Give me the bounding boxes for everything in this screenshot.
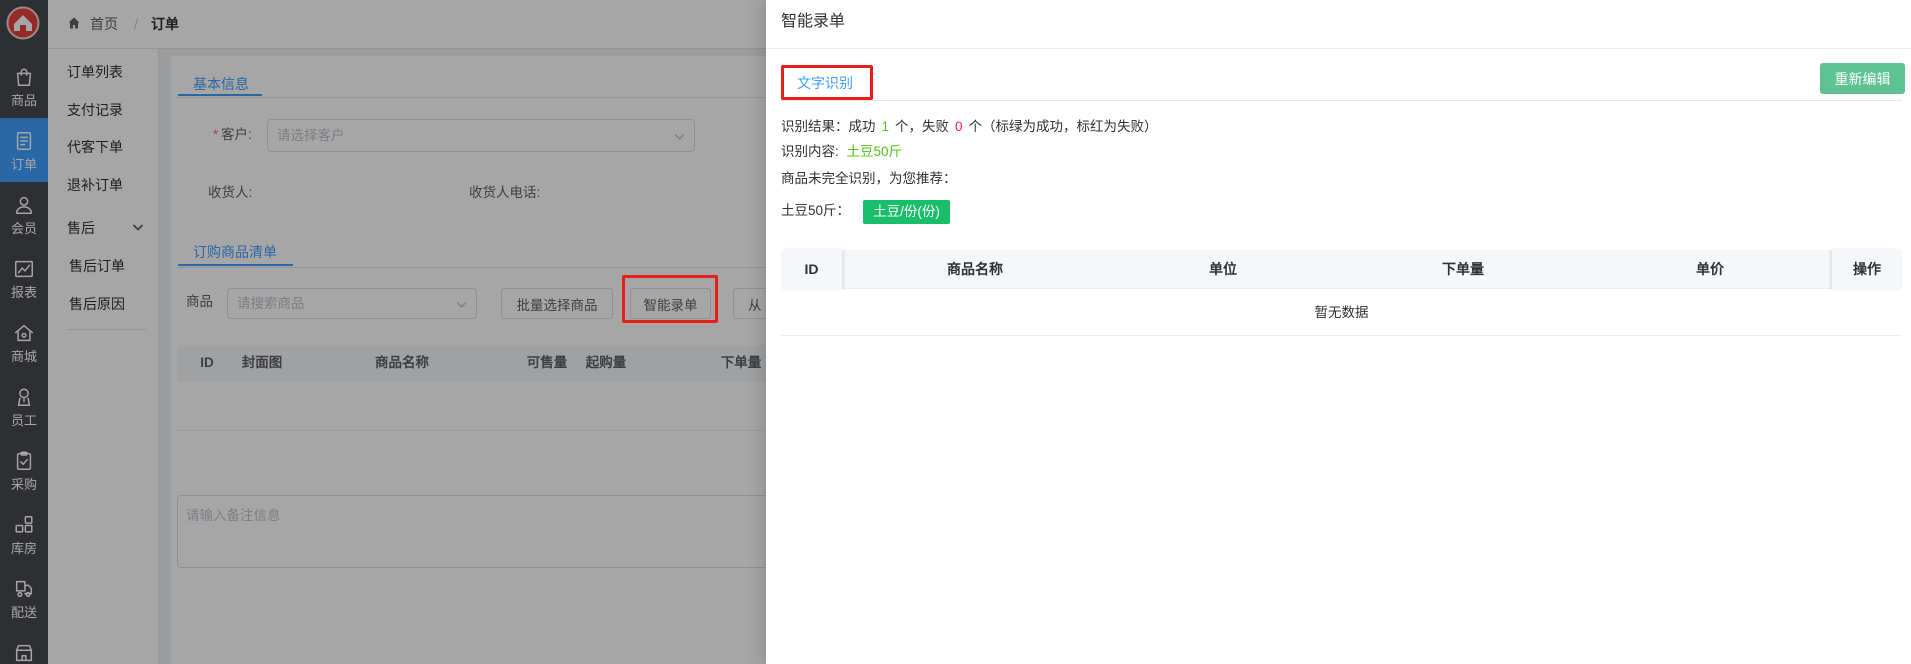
content-label: 识别内容:	[781, 144, 839, 159]
table-header-cell: 操作	[1832, 250, 1902, 289]
fail-count: 0	[955, 119, 963, 134]
success-count: 1	[881, 119, 890, 134]
table-empty-text: 暂无数据	[781, 289, 1902, 336]
table-header-cell: ID	[781, 250, 842, 289]
drawer-header-divider	[766, 48, 1911, 49]
result-prefix: 识别结果：成功	[781, 119, 876, 134]
recognized-goods-table: ID 商品名称 单位 下单量 单价 操作 暂无数据	[781, 250, 1902, 336]
re-edit-button[interactable]: 重新编辑	[1820, 63, 1905, 94]
result-suffix: 个（标绿为成功，标红为失败）	[968, 119, 1158, 134]
table-header-cell: 商品名称	[947, 261, 1003, 277]
result-mid: 个，失败	[895, 119, 950, 134]
smart-entry-drawer: 智能录单 文字识别 重新编辑 识别结果：成功 1 个，失败 0 个（标绿为成功，标红为失…	[766, 0, 1911, 664]
table-header-cell: 单位	[1209, 261, 1237, 277]
tab-active-indicator	[790, 97, 860, 99]
table-header-cell: 单价	[1696, 261, 1724, 277]
tab-text-recognition[interactable]: 文字识别	[797, 73, 853, 93]
content-value: 土豆50斤	[846, 144, 903, 159]
table-header-row: ID 商品名称 单位 下单量 单价 操作	[781, 250, 1902, 289]
suggestion-tag-button[interactable]: 土豆/份(份)	[863, 200, 950, 224]
recommend-text: 商品未完全识别，为您推荐：	[781, 171, 957, 186]
suggestion-source: 土豆50斤：	[781, 203, 851, 218]
table-header-cell: 下单量	[1442, 261, 1484, 277]
tab-bar-line	[781, 100, 1902, 101]
recognition-result: 识别结果：成功 1 个，失败 0 个（标绿为成功，标红为失败）	[781, 117, 1158, 137]
recognition-content: 识别内容: 土豆50斤	[781, 142, 902, 162]
drawer-title: 智能录单	[781, 13, 846, 30]
